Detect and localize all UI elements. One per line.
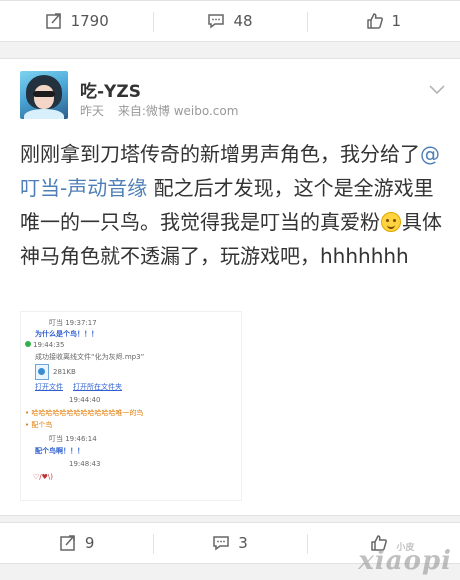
chevron-down-icon[interactable] xyxy=(428,81,446,100)
post-time: 昨天 xyxy=(80,104,105,118)
like-button[interactable]: 1 xyxy=(306,1,460,41)
post-text: 刚刚拿到刀塔传奇的新增男声角色，我分给了@叮当-声动音缘 配之后才发现，这个是全… xyxy=(20,137,442,273)
repost-icon xyxy=(59,534,77,552)
chat-line: 叮当 19:46:14 xyxy=(49,435,97,443)
open-folder-link[interactable]: 打开所在文件夹 xyxy=(73,382,122,393)
chat-line: 19:44:35 xyxy=(25,340,64,351)
weibo-post-card: 吃-YZS 昨天 来自:微博 weibo.com 刚刚拿到刀塔传奇的新增男声角色… xyxy=(0,58,460,516)
comment-count: 48 xyxy=(233,12,253,30)
chat-line: 成功接收离线文件“化为灰烬.mp3” xyxy=(35,353,145,361)
previous-post-action-bar: 1790 48 1 xyxy=(0,0,460,42)
repost-count: 1790 xyxy=(70,12,109,30)
comment-count: 3 xyxy=(238,534,248,552)
comment-button[interactable]: 48 xyxy=(153,1,306,41)
chat-line: • 配个鸟 xyxy=(25,421,53,429)
repost-icon xyxy=(45,12,63,30)
chat-screenshot-image[interactable]: 叮当 19:37:17 为什么是个鸟！！！ 19:44:35 成功接收离线文件“… xyxy=(20,311,242,501)
post-text-part1: 刚刚拿到刀塔传奇的新增男声角色，我分给了 xyxy=(20,142,420,166)
chat-line: 叮当 19:37:17 xyxy=(49,319,97,327)
comment-icon xyxy=(207,12,225,30)
file-size: 281KB xyxy=(53,368,76,376)
avatar[interactable] xyxy=(20,71,68,119)
comment-button[interactable]: 3 xyxy=(153,523,306,563)
chat-line: ♡/♥\) xyxy=(33,473,53,481)
chat-line: 19:48:43 xyxy=(69,460,101,468)
chat-line: 为什么是个鸟！！！ xyxy=(35,330,98,338)
post-source: 来自:微博 weibo.com xyxy=(117,104,239,118)
comment-icon xyxy=(212,534,230,552)
open-file-link[interactable]: 打开文件 xyxy=(35,382,63,393)
chat-line: • 哈哈哈哈哈哈哈哈哈哈哈哈唯一的鸟 xyxy=(25,409,144,417)
status-dot-icon xyxy=(25,341,31,347)
like-count: 1 xyxy=(391,12,402,30)
repost-button[interactable]: 9 xyxy=(0,523,153,563)
chat-line: 配个鸟啊！！！ xyxy=(35,447,84,455)
repost-button[interactable]: 1790 xyxy=(0,1,153,41)
post-meta: 昨天 来自:微博 weibo.com xyxy=(80,102,238,119)
smile-emoji-icon xyxy=(381,212,401,232)
post-username[interactable]: 吃-YZS xyxy=(80,77,141,102)
chat-line: 19:44:40 xyxy=(69,396,101,404)
site-watermark: xiaopi 小皮 xyxy=(358,543,452,576)
thumbs-up-icon xyxy=(366,12,384,30)
repost-count: 9 xyxy=(84,534,95,552)
audio-file-icon xyxy=(35,364,49,380)
